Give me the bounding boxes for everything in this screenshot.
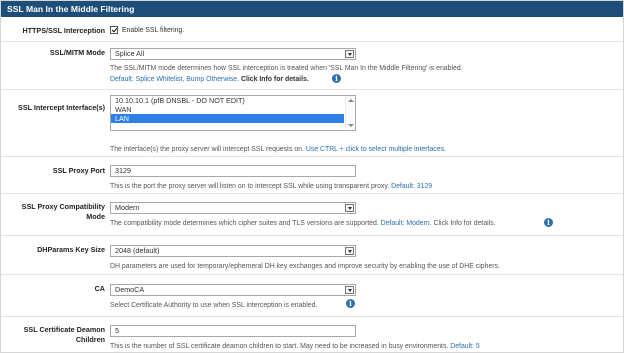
- dhparams-select[interactable]: 2048 (default): [110, 245, 356, 257]
- ca-label: CA: [94, 284, 105, 293]
- ssl-mitm-mode-select[interactable]: Splice All: [110, 48, 356, 60]
- listbox-scrollbar[interactable]: [345, 96, 355, 130]
- interface-option-selected[interactable]: LAN: [111, 114, 344, 123]
- ssl-intercept-interfaces-help-link: Use CTRL + click to select multiple inte…: [305, 146, 446, 153]
- ssl-proxy-compat-row: SSL Proxy Compatibility Mode Modern The …: [1, 194, 623, 236]
- ca-select[interactable]: DemoCA: [110, 284, 356, 296]
- scroll-up-icon[interactable]: [348, 99, 354, 102]
- https-interception-row: HTTPS/SSL Interception Enable SSL filter…: [1, 18, 623, 42]
- ca-help: Select Certificate Authority to use when…: [110, 302, 318, 309]
- ssl-intercept-interfaces-help-text: The interface(s) the proxy server will i…: [110, 146, 304, 153]
- ssl-mitm-mode-value: Splice All: [115, 49, 145, 58]
- dhparams-row: DHParams Key Size 2048 (default) DH para…: [1, 236, 623, 275]
- ssl-intercept-interfaces-listbox[interactable]: 10.10.10.1 (pfB DNSBL - DO NOT EDIT) WAN…: [110, 95, 356, 131]
- ssl-mitm-mode-label: SSL/MITM Mode: [49, 48, 105, 57]
- scroll-down-icon[interactable]: [348, 124, 354, 127]
- ssl-proxy-port-input[interactable]: 3129: [110, 165, 356, 177]
- ssl-proxy-compat-help: The compatibility mode determines which …: [110, 219, 496, 228]
- ssl-proxy-port-default: Default: 3129: [391, 183, 433, 190]
- cert-daemon-help: This is the number of SSL certificate de…: [110, 342, 480, 351]
- dhparams-value: 2048 (default): [115, 246, 160, 255]
- chevron-down-icon: [345, 286, 354, 294]
- ssl-proxy-compat-info-text: Click Info for details.: [433, 220, 496, 227]
- cert-daemon-row: SSL Certificate Deamon Children 5 This i…: [1, 317, 623, 353]
- ssl-proxy-port-help: This is the port the proxy server will l…: [110, 182, 432, 191]
- ssl-proxy-port-label: SSL Proxy Port: [52, 166, 105, 175]
- cert-daemon-label-2: Children: [75, 335, 105, 344]
- ssl-proxy-compat-label-1: SSL Proxy Compatibility: [21, 202, 105, 211]
- ssl-mitm-mode-row: SSL/MITM Mode Splice All The SSL/MITM mo…: [1, 42, 623, 90]
- ssl-mitm-mode-help: The SSL/MITM mode determines how SSL int…: [110, 65, 463, 72]
- info-icon[interactable]: i: [544, 218, 553, 227]
- ssl-intercept-interfaces-row: SSL Intercept Interface(s) 10.10.10.1 (p…: [1, 90, 623, 157]
- ssl-mitm-panel: SSL Man In the Middle Filtering HTTPS/SS…: [0, 0, 624, 353]
- ssl-proxy-compat-select[interactable]: Modern: [110, 202, 356, 214]
- interface-option[interactable]: 10.10.10.1 (pfB DNSBL - DO NOT EDIT): [111, 96, 344, 105]
- ssl-proxy-port-help-text: This is the port the proxy server will l…: [110, 183, 390, 190]
- cert-daemon-input[interactable]: 5: [110, 325, 356, 337]
- ssl-proxy-compat-default: Default: Modern.: [380, 220, 432, 227]
- dhparams-label: DHParams Key Size: [37, 245, 105, 254]
- ssl-mitm-mode-info-text: Click Info for details.: [240, 76, 309, 83]
- cert-daemon-default: Default: 5: [450, 343, 480, 350]
- ssl-proxy-compat-label-2: Mode: [86, 212, 105, 221]
- ca-row: CA DemoCA Select Certificate Authority t…: [1, 275, 623, 317]
- info-icon[interactable]: i: [346, 299, 355, 308]
- ssl-mitm-mode-default: Default: Splice Whitelist, Bump Otherwis…: [110, 75, 309, 84]
- ssl-intercept-interfaces-help: The interface(s) the proxy server will i…: [110, 145, 446, 154]
- ssl-proxy-compat-value: Modern: [115, 203, 140, 212]
- chevron-down-icon: [345, 204, 354, 212]
- panel-title: SSL Man In the Middle Filtering: [1, 1, 623, 17]
- interface-option[interactable]: WAN: [111, 105, 344, 114]
- ssl-proxy-compat-help-text: The compatibility mode determines which …: [110, 220, 379, 227]
- ca-value: DemoCA: [115, 285, 145, 294]
- cert-daemon-help-text: This is the number of SSL certificate de…: [110, 343, 449, 350]
- dhparams-help: DH parameters are used for temporary/eph…: [110, 263, 500, 270]
- enable-ssl-filtering-label[interactable]: Enable SSL filtering.: [122, 26, 184, 35]
- chevron-down-icon: [345, 50, 354, 58]
- ssl-mitm-mode-default-text: Default: Splice Whitelist, Bump Otherwis…: [110, 76, 240, 83]
- cert-daemon-label-1: SSL Certificate Deamon: [23, 325, 105, 334]
- https-interception-label: HTTPS/SSL Interception: [22, 26, 105, 35]
- ssl-proxy-port-row: SSL Proxy Port 3129 This is the port the…: [1, 157, 623, 194]
- chevron-down-icon: [345, 247, 354, 255]
- ssl-intercept-interfaces-label: SSL Intercept Interface(s): [18, 103, 105, 112]
- info-icon[interactable]: i: [332, 74, 341, 83]
- enable-ssl-filtering-checkbox[interactable]: [110, 26, 118, 34]
